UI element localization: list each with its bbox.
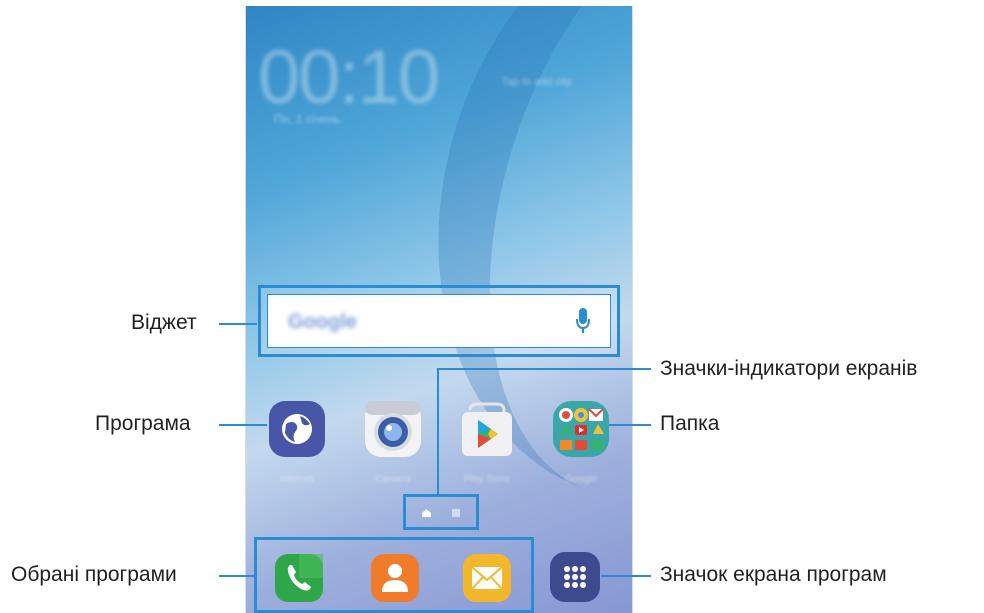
play-store-app-label-blurred: Play Store: [463, 474, 511, 485]
contacts-app-icon[interactable]: [371, 554, 419, 602]
callout-widget: Віджет: [131, 311, 197, 334]
camera-app-label-blurred: Camera: [375, 474, 411, 485]
home-page-indicator-icon[interactable]: [422, 509, 431, 517]
page-indicator-frame: [403, 494, 479, 530]
callout-indicators: Значки-індикатори екранів: [660, 357, 918, 380]
phone-app-icon[interactable]: [275, 554, 323, 602]
favorites-dock-frame: [254, 537, 534, 613]
app-callout-line: [219, 424, 267, 426]
google-folder-label-blurred: Google: [564, 474, 598, 485]
widget-highlight-frame: Google: [258, 285, 620, 357]
microphone-icon[interactable]: [576, 308, 590, 334]
email-app-icon[interactable]: [463, 554, 511, 602]
callout-apps-button: Значок екрана програм: [660, 563, 887, 586]
apps-screen-button[interactable]: [550, 552, 600, 602]
folder-callout-line: [609, 424, 651, 426]
page-indicator-dot[interactable]: [452, 509, 460, 517]
favorites-callout-line: [219, 575, 255, 577]
google-search-widget[interactable]: Google: [267, 294, 611, 348]
internet-app-label-blurred: Internet: [280, 474, 314, 485]
weather-hint-blurred: Tap to add city: [501, 76, 572, 88]
google-logo-blurred: Google: [288, 311, 357, 333]
apps-grid-icon: [564, 566, 586, 588]
phone-home-screen: 00:10 Пн, 1 січень Tap to add city Googl…: [245, 6, 633, 613]
indicators-callout-vertical: [437, 368, 439, 495]
clock-date-blurred: Пн, 1 січень: [274, 112, 341, 126]
callout-app: Програма: [95, 412, 191, 435]
clock-widget-blurred: 00:10: [258, 35, 440, 120]
callout-favorites: Обрані програми: [11, 563, 177, 586]
indicators-callout-horizontal: [437, 368, 651, 370]
apps-button-callout-line: [601, 575, 651, 577]
widget-callout-line: [219, 323, 257, 325]
play-store-app-icon[interactable]: [458, 400, 516, 458]
google-folder-icon[interactable]: [552, 400, 610, 458]
callout-folder: Папка: [660, 412, 720, 435]
internet-app-icon[interactable]: [268, 400, 326, 458]
camera-app-icon[interactable]: [364, 400, 422, 458]
